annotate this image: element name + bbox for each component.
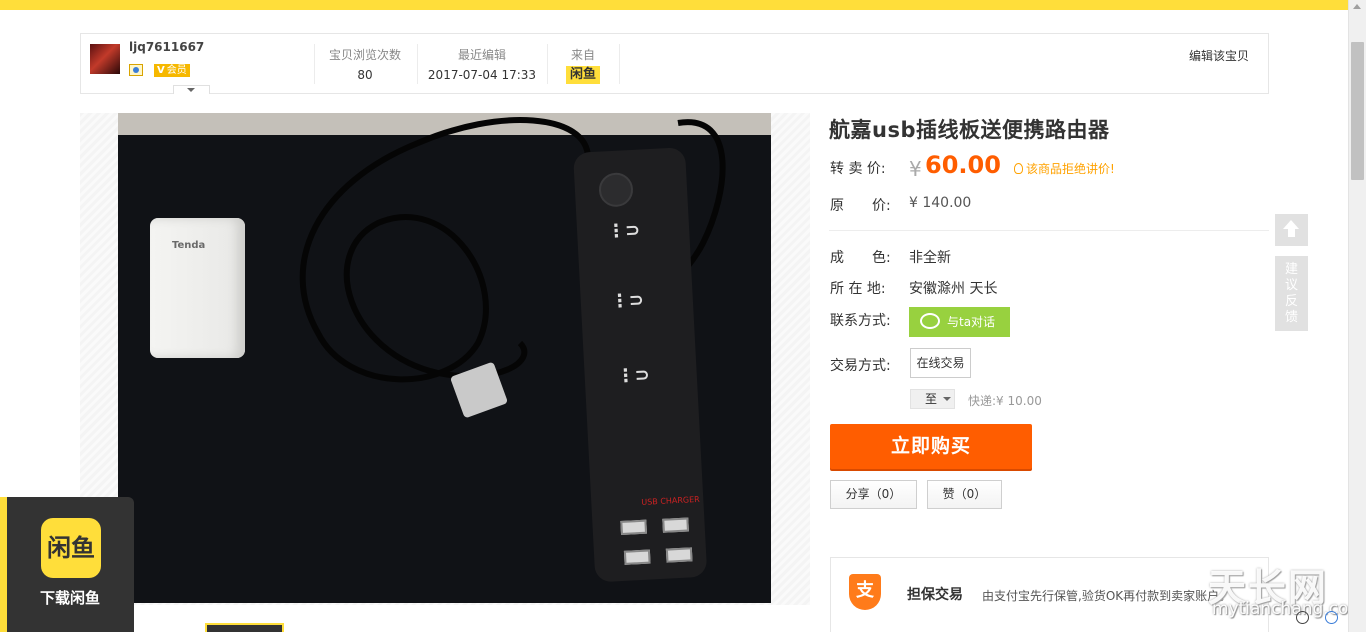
seller-avatar[interactable] [90, 44, 120, 74]
clock-icon [1296, 611, 1309, 624]
escrow-guarantee-box: 支 担保交易 由支付宝先行保管,验货OK再付款到卖家账户。 [830, 557, 1269, 632]
photo-usb-port [620, 519, 648, 536]
photo-socket: ⋮⊃ [606, 219, 641, 243]
photo-router: Tenda [150, 218, 245, 358]
photo-socket: ⋮⊃ [610, 289, 645, 313]
product-photo[interactable]: Tenda ⋮⊃ ⋮⊃ ⋮⊃ USB CHARGER [118, 113, 771, 603]
condition-value: 非全新 [909, 250, 951, 266]
contact-label: 联系方式: [830, 313, 891, 329]
settings-icon [1325, 611, 1338, 624]
scroll-up-arrow-icon[interactable] [1353, 4, 1361, 9]
arrow-up-icon [1283, 220, 1299, 229]
photo-power-strip: ⋮⊃ ⋮⊃ ⋮⊃ USB CHARGER [573, 147, 708, 583]
views-stat: 宝贝浏览次数 80 [328, 48, 401, 82]
scrollbar-thumb[interactable] [1351, 42, 1364, 180]
divider [547, 44, 548, 84]
like-button[interactable]: 赞（0） [927, 480, 1002, 509]
no-bargain-notice: 该商品拒绝讲价! [1014, 160, 1115, 177]
chevron-down-icon [187, 88, 195, 92]
shipping-fee: 快递:¥ 10.00 [968, 394, 1042, 408]
price-currency: ¥ [909, 157, 922, 181]
price-value: 60.00 [925, 151, 1001, 179]
divider [829, 230, 1269, 231]
last-edited-stat: 最近编辑 2017-07-04 17:33 [427, 48, 537, 82]
lightbulb-icon [1014, 163, 1023, 174]
photo-thumbnail[interactable] [205, 623, 284, 632]
chat-bubble-icon [920, 313, 940, 329]
id-verified-icon [129, 64, 143, 76]
feedback-button[interactable]: 建议反馈 [1275, 256, 1308, 331]
divider [619, 44, 620, 84]
member-badge: V 会员 [154, 64, 190, 77]
trade-method-label: 交易方式: [830, 358, 891, 374]
top-accent-bar [0, 0, 1348, 10]
original-price-label: 原 价: [830, 198, 891, 214]
buy-now-button[interactable]: 立即购买 [830, 424, 1032, 469]
online-trade-option[interactable]: 在线交易 [910, 348, 971, 378]
location-value: 安徽滁州 天长 [909, 281, 998, 297]
photo-usb-port [665, 547, 693, 563]
chat-with-seller-button[interactable]: 与ta对话 [909, 307, 1010, 337]
xianyu-logo: 闲鱼 [565, 66, 600, 84]
divider [417, 44, 418, 84]
alipay-shield-icon: 支 [849, 574, 881, 610]
condition-label: 成 色: [830, 250, 891, 266]
edit-item-link[interactable]: 编辑该宝贝 [1189, 47, 1249, 64]
photo-socket: ⋮⊃ [616, 364, 651, 388]
chevron-down-icon [943, 397, 951, 401]
back-to-top-button[interactable] [1275, 214, 1308, 246]
seller-info-bar: ljq7611667 V 会员 宝贝浏览次数 80 最近编辑 2017-07-04… [80, 33, 1269, 94]
photo-usb-port [623, 549, 651, 565]
seller-username[interactable]: ljq7611667 [129, 40, 204, 54]
destination-select[interactable]: 至 [910, 389, 955, 409]
site-watermark-url: mytianchang.com [1212, 599, 1366, 619]
share-button[interactable]: 分享（0） [830, 480, 917, 509]
xianyu-app-logo: 闲鱼 [41, 518, 101, 578]
photo-usb-port [662, 517, 689, 533]
divider [314, 44, 315, 84]
guarantee-title: 担保交易 [907, 587, 963, 603]
photo-switch [598, 171, 634, 208]
guarantee-description: 由支付宝先行保管,验货OK再付款到卖家账户。 [982, 589, 1232, 603]
source-stat: 来自 闲鱼 [559, 46, 607, 84]
location-label: 所 在 地: [830, 281, 886, 297]
download-app-promo[interactable]: 闲鱼 下载闲鱼 [0, 497, 134, 632]
download-app-label: 下载闲鱼 [39, 589, 100, 607]
original-price-value: ¥ 140.00 [909, 195, 972, 211]
product-title: 航嘉usb插线板送便携路由器 [829, 118, 1110, 142]
seller-dropdown-toggle[interactable] [173, 85, 210, 94]
price-label: 转 卖 价: [830, 161, 886, 177]
